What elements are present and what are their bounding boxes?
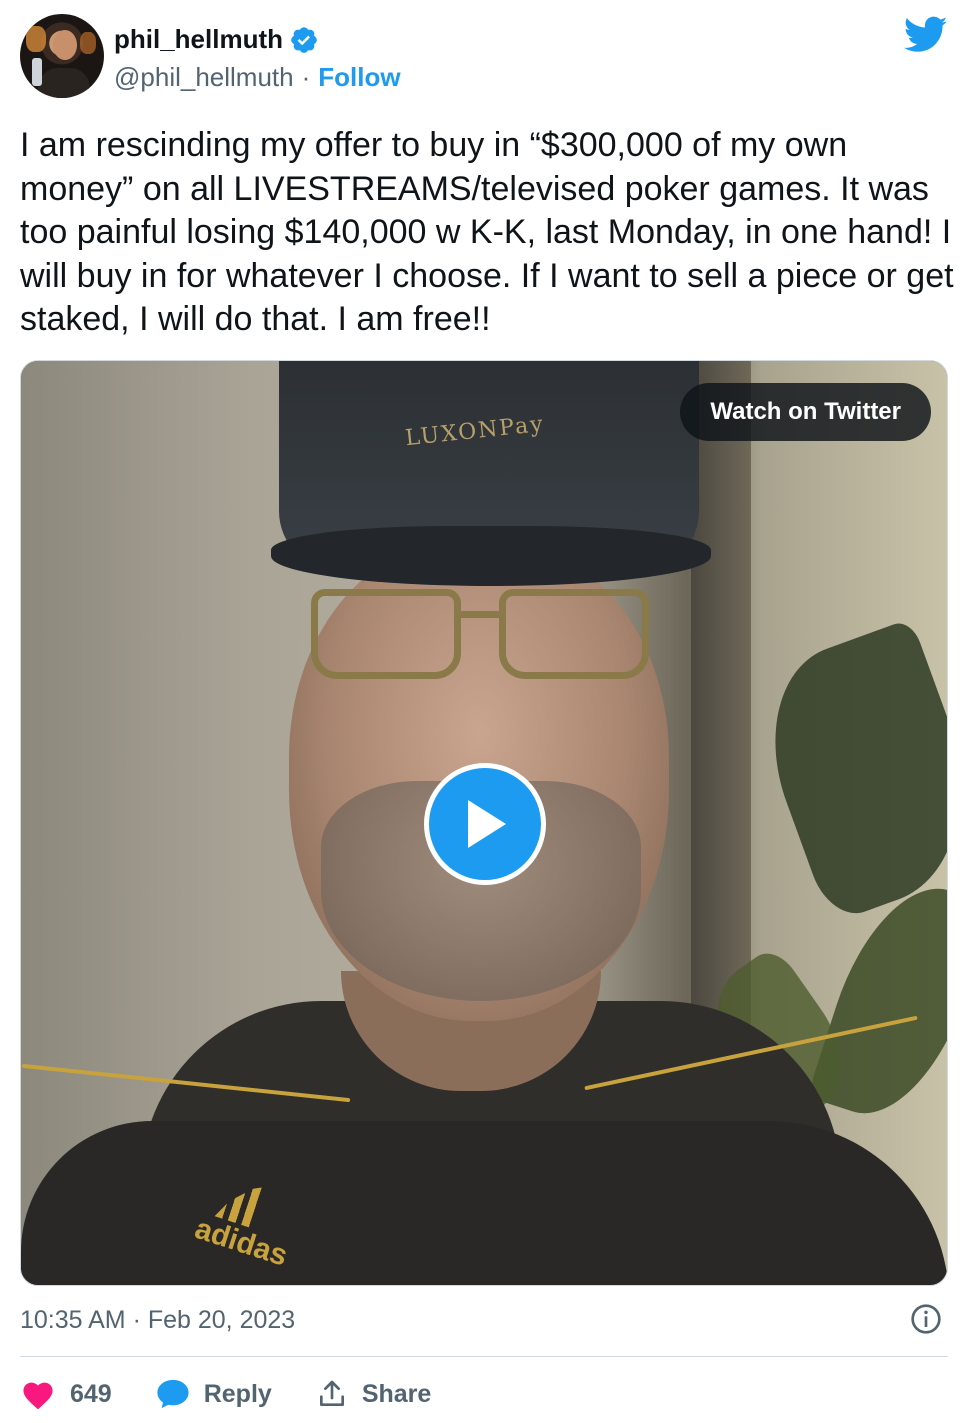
- speech-bubble-icon: [157, 1379, 189, 1409]
- like-button[interactable]: 649: [20, 1378, 112, 1410]
- share-upload-icon: [319, 1380, 344, 1406]
- avatar-face: [53, 30, 77, 60]
- separator-dot: ·: [301, 62, 311, 92]
- share-label: Share: [361, 1379, 432, 1408]
- footer-divider: [20, 1356, 948, 1357]
- avatar[interactable]: [20, 14, 104, 98]
- thumbnail-glasses-lens: [499, 589, 649, 679]
- author-handle[interactable]: @phil_hellmuth: [114, 62, 294, 93]
- thumbnail-glasses-bridge: [461, 611, 501, 618]
- tweet-timestamp[interactable]: 10:35 AM · Feb 20, 2023: [20, 1306, 295, 1335]
- play-button[interactable]: [424, 763, 546, 885]
- avatar-background-light: [80, 32, 96, 54]
- thumbnail-cap-brim: [271, 526, 711, 586]
- like-count: 649: [70, 1379, 112, 1408]
- info-icon[interactable]: [910, 1303, 942, 1335]
- reply-button[interactable]: Reply: [156, 1378, 272, 1410]
- thumbnail-glasses-lens: [311, 589, 461, 679]
- avatar-trophy: [32, 58, 42, 86]
- reply-label: Reply: [203, 1379, 272, 1408]
- thumbnail-jacket: [21, 1121, 947, 1285]
- watch-on-twitter-button[interactable]: Watch on Twitter: [680, 383, 931, 441]
- author-handle-row: @phil_hellmuth · Follow: [114, 62, 401, 93]
- video-player[interactable]: LUXONPay adidas Watch on Twitter: [20, 360, 948, 1286]
- avatar-shirt: [38, 68, 90, 98]
- author-display-name[interactable]: phil_hellmuth: [114, 24, 283, 55]
- tweet-actions: 649 Reply Share: [20, 1372, 475, 1416]
- twitter-bird-icon[interactable]: [904, 16, 948, 54]
- tweet-text: I am rescinding my offer to buy in “$300…: [20, 126, 954, 338]
- avatar-background-light: [26, 26, 46, 52]
- follow-button[interactable]: Follow: [318, 62, 400, 93]
- share-button[interactable]: Share: [316, 1378, 431, 1410]
- author-name-row: phil_hellmuth: [114, 24, 319, 55]
- heart-icon: [23, 1382, 53, 1410]
- tweet-card: phil_hellmuth @phil_hellmuth · Follow I …: [0, 0, 972, 1423]
- verified-badge-icon: [291, 26, 317, 53]
- play-icon: [468, 800, 506, 848]
